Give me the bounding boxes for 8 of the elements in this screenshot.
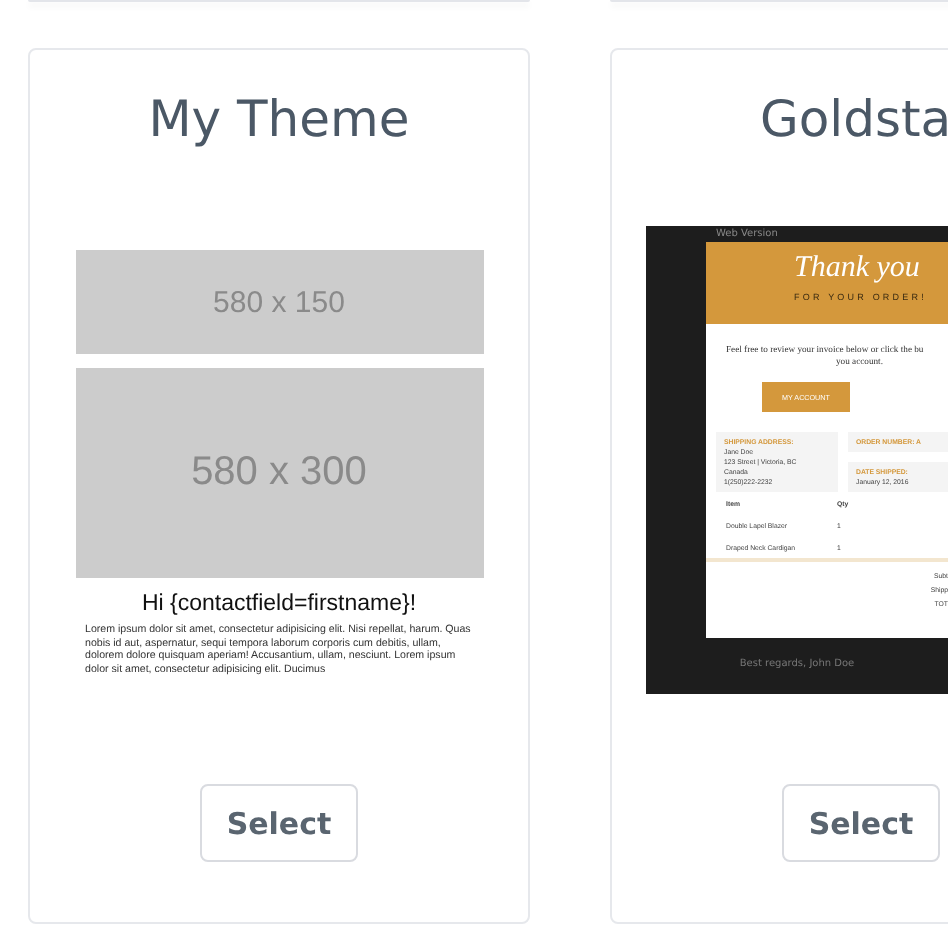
theme-title: Goldsta [760, 90, 948, 152]
select-button[interactable]: Select [200, 784, 358, 862]
theme-title: My Theme [148, 90, 410, 152]
greeting-heading: Hi {contactfield=firstname}! [139, 592, 419, 616]
select-button[interactable]: Select [782, 784, 940, 862]
thank-you-heading: Thank you [794, 252, 922, 286]
placeholder-banner: 580 x 300 [75, 368, 483, 578]
placeholder-banner: 580 x 150 [75, 250, 483, 354]
